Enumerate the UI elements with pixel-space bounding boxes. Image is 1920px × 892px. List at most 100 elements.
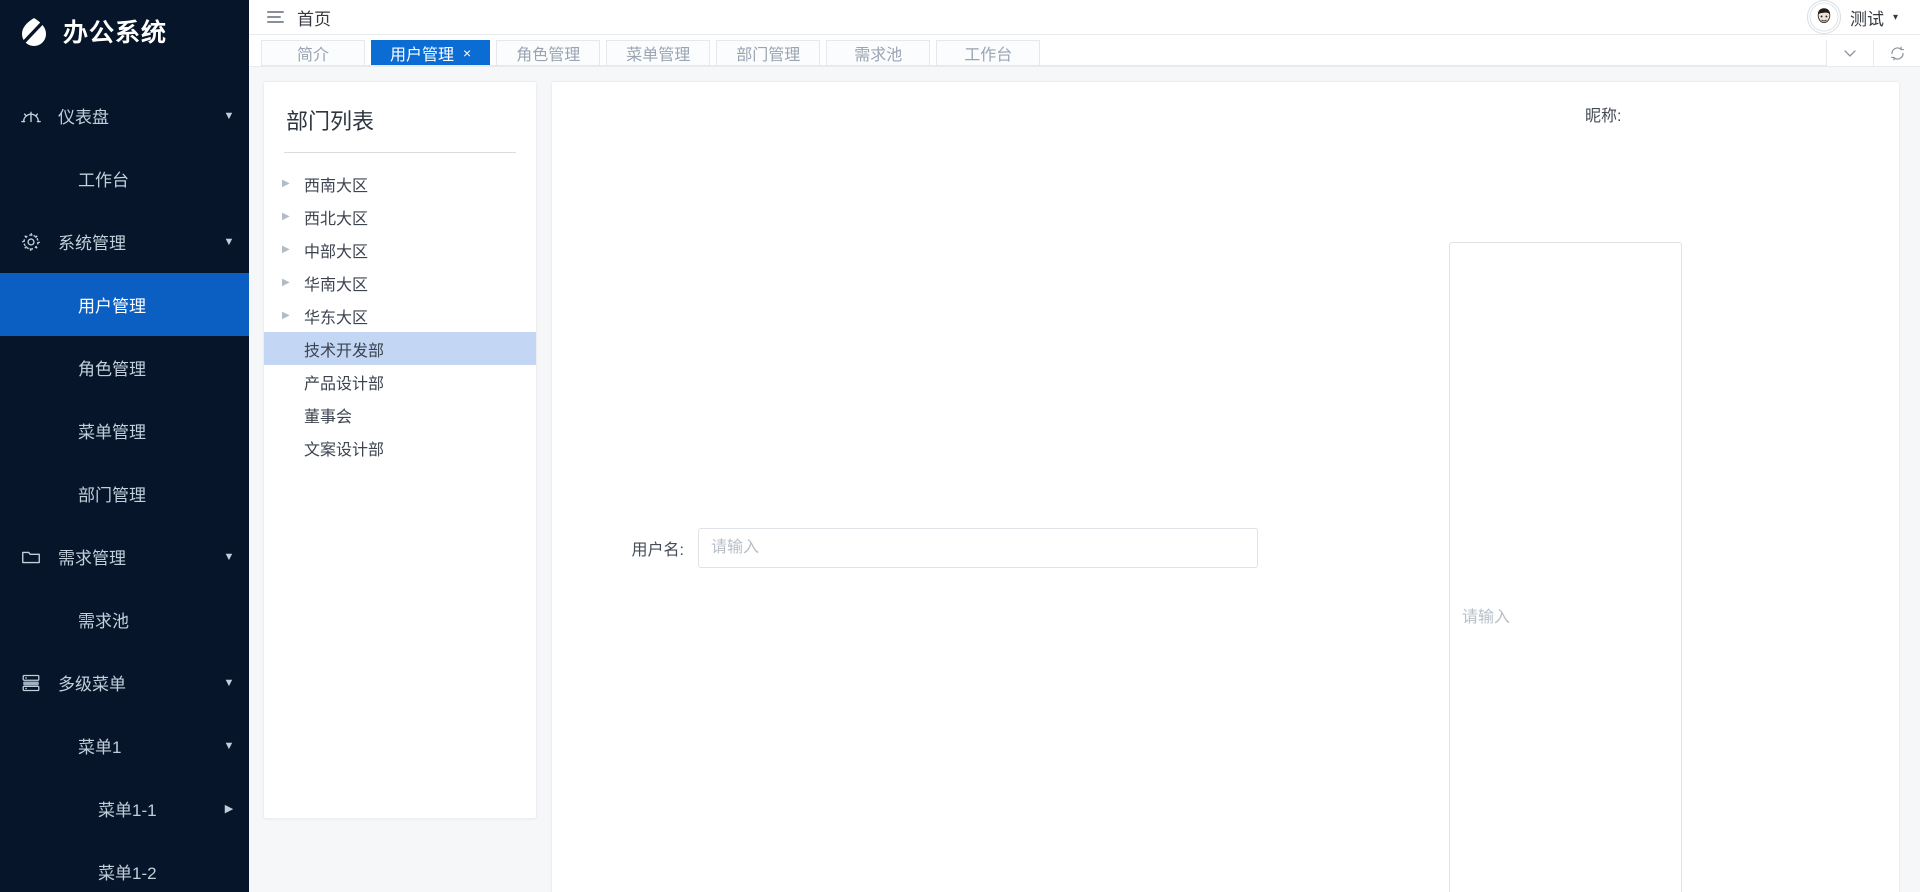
sidebar-item-label: 菜单1-2: [98, 864, 157, 883]
app-root: 办公系统 仪表盘 ▼ 工作台 系统管理 ▼ 用户管理 角色管理 菜单管理 部门管…: [0, 0, 1920, 892]
sidebar-item-label: 菜单1-1: [98, 801, 157, 820]
topbar: 首页 测试 ▾: [249, 0, 1920, 35]
tab-label: 用户管理: [390, 47, 455, 64]
chevron-right-icon[interactable]: ▶: [282, 211, 304, 222]
search-row-1: 用户名: 昵称:: [578, 102, 1873, 892]
chevron-down-icon[interactable]: ▼: [209, 551, 249, 563]
sidebar-item-menu1[interactable]: 菜单1 ▼: [0, 714, 249, 777]
sidebar-item-label: 角色管理: [78, 360, 146, 379]
chevron-right-icon[interactable]: ▶: [282, 277, 304, 288]
tree-node-label: 产品设计部: [304, 375, 385, 393]
chevron-down-icon: ▾: [1892, 11, 1898, 23]
tree-node-selected[interactable]: 技术开发部: [264, 332, 536, 365]
tab-role-management[interactable]: 角色管理: [496, 40, 601, 65]
user-name: 测试: [1849, 9, 1884, 29]
sidebar-item-label: 需求池: [78, 612, 129, 631]
sidebar-item-menu1-2[interactable]: 菜单1-2: [0, 840, 249, 892]
tab-menu-management[interactable]: 菜单管理: [606, 40, 711, 65]
sidebar-item-menu-management[interactable]: 菜单管理: [0, 399, 249, 462]
tab-label: 工作台: [964, 47, 1013, 64]
chevron-down-icon[interactable]: ▼: [209, 740, 249, 752]
avatar: [1806, 0, 1841, 34]
tree-node[interactable]: ▶ 华东大区: [264, 299, 536, 332]
tab-label: 简介: [296, 47, 329, 64]
sidebar-item-menu1-1[interactable]: 菜单1-1 ▶: [0, 777, 249, 840]
tab-dropdown-button[interactable]: [1826, 40, 1873, 66]
hamburger-icon[interactable]: [267, 11, 284, 23]
tree-node[interactable]: 董事会: [264, 398, 536, 431]
sidebar-item-user-management[interactable]: 用户管理: [0, 273, 249, 336]
sidebar-item-label: 仪表盘: [58, 108, 109, 127]
sidebar-item-label: 菜单管理: [78, 423, 146, 442]
chevron-right-icon[interactable]: ▶: [282, 310, 304, 321]
tab-refresh-button[interactable]: [1873, 40, 1920, 66]
tab-workbench[interactable]: 工作台: [936, 40, 1041, 65]
tree-node[interactable]: ▶ 华南大区: [264, 266, 536, 299]
tab-label: 部门管理: [736, 47, 801, 64]
tab-intro[interactable]: 简介: [261, 40, 365, 65]
app-logo[interactable]: 办公系统: [0, 0, 249, 62]
sidebar-item-requirement[interactable]: 需求管理 ▼: [0, 525, 249, 588]
dashboard-icon: [18, 103, 44, 129]
tree-node[interactable]: 文案设计部: [264, 431, 536, 464]
tab-label: 菜单管理: [626, 47, 691, 64]
sidebar-item-dashboard[interactable]: 仪表盘 ▼: [0, 84, 249, 147]
nickname-field-group: 昵称:: [1258, 102, 1873, 892]
chevron-down-icon: [1844, 50, 1856, 57]
tree-node[interactable]: ▶ 中部大区: [264, 233, 536, 266]
tree-node[interactable]: ▶ 西南大区: [264, 167, 536, 200]
chevron-down-icon[interactable]: ▼: [209, 110, 249, 122]
refresh-icon: [1890, 46, 1904, 60]
chevron-right-icon[interactable]: ▶: [282, 178, 304, 189]
folder-icon: [18, 544, 44, 570]
nickname-input[interactable]: [1449, 242, 1682, 892]
tab-user-management[interactable]: 用户管理 ×: [371, 40, 491, 65]
sidebar-item-system[interactable]: 系统管理 ▼: [0, 210, 249, 273]
tree-node-label: 文案设计部: [304, 441, 385, 459]
sidebar-item-dept-management[interactable]: 部门管理: [0, 462, 249, 525]
department-tree: ▶ 西南大区 ▶ 西北大区 ▶ 中部大区 ▶ 华南大区 ▶ 华东大区 技术开发部…: [264, 153, 536, 464]
close-icon[interactable]: ×: [463, 45, 471, 61]
sidebar-item-label: 菜单1: [78, 738, 122, 757]
search-filter-card: 用户名: 昵称: 角色名称: 请选择: [551, 81, 1900, 892]
main-column: 用户名: 昵称: 角色名称: 请选择: [551, 81, 1900, 892]
nickname-label: 昵称:: [1585, 108, 1622, 125]
username-input[interactable]: [698, 528, 1258, 568]
tree-node-label: 华东大区: [304, 309, 369, 327]
tab-controls: [1826, 40, 1920, 66]
chevron-right-icon[interactable]: ▶: [209, 802, 249, 815]
sidebar-nav: 仪表盘 ▼ 工作台 系统管理 ▼ 用户管理 角色管理 菜单管理 部门管理 需求管…: [0, 62, 249, 892]
server-icon: [18, 670, 44, 696]
sidebar-item-label: 系统管理: [58, 234, 126, 253]
gear-icon: [18, 229, 44, 255]
sidebar-item-requirement-pool[interactable]: 需求池: [0, 588, 249, 651]
sidebar-item-label: 用户管理: [78, 297, 146, 316]
department-panel-title: 部门列表: [286, 109, 375, 134]
department-panel: 部门列表 ▶ 西南大区 ▶ 西北大区 ▶ 中部大区 ▶ 华南大区 ▶ 华东大区 …: [263, 81, 537, 819]
tree-node[interactable]: ▶ 西北大区: [264, 200, 536, 233]
username-label: 用户名:: [631, 542, 684, 559]
chevron-down-icon[interactable]: ▼: [209, 236, 249, 248]
chevron-right-icon[interactable]: ▶: [282, 244, 304, 255]
sidebar-item-role-management[interactable]: 角色管理: [0, 336, 249, 399]
tree-node-label: 西南大区: [304, 177, 369, 195]
breadcrumb: 首页: [267, 5, 331, 30]
sidebar-item-multilevel[interactable]: 多级菜单 ▼: [0, 651, 249, 714]
sidebar-item-label: 工作台: [78, 171, 129, 190]
app-title: 办公系统: [63, 19, 168, 47]
tab-bar: 简介 用户管理 × 角色管理 菜单管理 部门管理 需求池 工作台: [249, 35, 1920, 67]
tree-node-label: 技术开发部: [304, 342, 385, 360]
sidebar-item-label: 需求管理: [58, 549, 126, 568]
user-menu[interactable]: 测试 ▾: [1806, 0, 1898, 34]
tab-dept-management[interactable]: 部门管理: [716, 40, 821, 65]
chevron-down-icon[interactable]: ▼: [209, 677, 249, 689]
sidebar: 办公系统 仪表盘 ▼ 工作台 系统管理 ▼ 用户管理 角色管理 菜单管理 部门管…: [0, 0, 249, 892]
tab-requirement-pool[interactable]: 需求池: [826, 40, 931, 65]
tab-list: 简介 用户管理 × 角色管理 菜单管理 部门管理 需求池 工作台: [261, 40, 1826, 66]
content-area: 部门列表 ▶ 西南大区 ▶ 西北大区 ▶ 中部大区 ▶ 华南大区 ▶ 华东大区 …: [249, 67, 1920, 892]
tree-node[interactable]: 产品设计部: [264, 365, 536, 398]
breadcrumb-home[interactable]: 首页: [297, 5, 331, 30]
sidebar-item-workbench[interactable]: 工作台: [0, 147, 249, 210]
tree-node-label: 董事会: [304, 408, 353, 426]
sidebar-item-label: 部门管理: [78, 486, 146, 505]
